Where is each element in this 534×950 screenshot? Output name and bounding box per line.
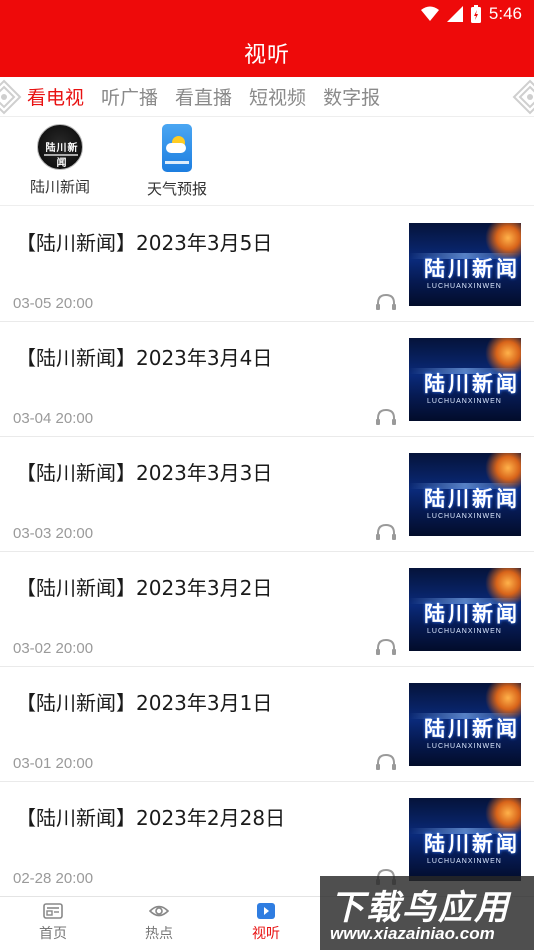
thumbnail-title: 陆川新闻 bbox=[424, 717, 520, 741]
news-title: 【陆川新闻】2023年2月28日 bbox=[16, 806, 286, 830]
nav-label: 首页 bbox=[39, 926, 67, 942]
headphones-icon[interactable] bbox=[375, 293, 397, 311]
news-date: 02-28 20:00 bbox=[13, 870, 94, 887]
ornament-left-icon bbox=[0, 79, 22, 115]
news-date: 03-04 20:00 bbox=[13, 410, 94, 427]
nav-home[interactable]: 首页 bbox=[18, 903, 88, 943]
tab-short-video[interactable]: 短视频 bbox=[249, 83, 306, 110]
luchuan-news-logo-icon: 陆川新闻 bbox=[37, 124, 83, 170]
news-thumbnail: 陆川新闻 LUCHUANXINWEN bbox=[409, 568, 521, 651]
tab-digital-newspaper[interactable]: 数字报 bbox=[323, 83, 380, 110]
headphones-icon[interactable] bbox=[375, 638, 397, 656]
app-header: 视听 bbox=[0, 28, 534, 77]
nav-hot[interactable]: 热点 bbox=[124, 903, 194, 943]
thumbnail-subtitle: LUCHUANXINWEN bbox=[427, 628, 502, 635]
thumbnail-subtitle: LUCHUANXINWEN bbox=[427, 283, 502, 290]
wifi-icon bbox=[420, 6, 439, 21]
news-item[interactable]: 【陆川新闻】2023年3月3日 03-03 20:00 陆川新闻 LUCHUAN… bbox=[0, 437, 534, 552]
news-thumbnail: 陆川新闻 LUCHUANXINWEN bbox=[409, 683, 521, 766]
news-title: 【陆川新闻】2023年3月3日 bbox=[16, 461, 273, 485]
category-tab-bar: 看电视 听广播 看直播 短视频 数字报 bbox=[0, 77, 534, 117]
battery-icon bbox=[470, 5, 481, 23]
status-time: 5:46 bbox=[488, 4, 522, 23]
tab-list: 看电视 听广播 看直播 短视频 数字报 bbox=[27, 83, 380, 110]
channel-label: 天气预报 bbox=[146, 180, 207, 198]
headphones-icon[interactable] bbox=[375, 523, 397, 541]
news-item[interactable]: 【陆川新闻】2023年3月5日 03-05 20:00 陆川新闻 LUCHUAN… bbox=[0, 207, 534, 322]
news-item[interactable]: 【陆川新闻】2023年3月2日 03-02 20:00 陆川新闻 LUCHUAN… bbox=[0, 552, 534, 667]
status-bar: 5:46 bbox=[0, 0, 534, 28]
status-icons: 5:46 bbox=[420, 4, 522, 24]
thumbnail-subtitle: LUCHUANXINWEN bbox=[427, 858, 502, 865]
news-date: 03-05 20:00 bbox=[13, 295, 94, 312]
cell-signal-icon bbox=[446, 6, 463, 22]
eye-icon bbox=[149, 905, 169, 917]
weather-forecast-icon bbox=[162, 124, 192, 172]
thumbnail-subtitle: LUCHUANXINWEN bbox=[427, 398, 502, 405]
watermark-url: www.xiazainiao.com bbox=[330, 924, 495, 943]
thumbnail-subtitle: LUCHUANXINWEN bbox=[427, 513, 502, 520]
news-item[interactable]: 【陆川新闻】2023年3月4日 03-04 20:00 陆川新闻 LUCHUAN… bbox=[0, 322, 534, 437]
channel-label: 陆川新闻 bbox=[29, 178, 90, 196]
news-title: 【陆川新闻】2023年3月5日 bbox=[16, 231, 273, 255]
play-icon bbox=[257, 903, 275, 919]
news-title: 【陆川新闻】2023年3月1日 bbox=[16, 691, 273, 715]
news-item[interactable]: 【陆川新闻】2023年3月1日 03-01 20:00 陆川新闻 LUCHUAN… bbox=[0, 667, 534, 782]
home-news-icon bbox=[43, 903, 63, 919]
tab-watch-tv[interactable]: 看电视 bbox=[27, 83, 84, 110]
thumbnail-title: 陆川新闻 bbox=[424, 832, 520, 856]
channel-weather-forecast[interactable]: 天气预报 bbox=[122, 124, 232, 199]
thumbnail-title: 陆川新闻 bbox=[424, 372, 520, 396]
nav-label: 视听 bbox=[252, 926, 280, 942]
thumbnail-subtitle: LUCHUANXINWEN bbox=[427, 743, 502, 750]
news-thumbnail: 陆川新闻 LUCHUANXINWEN bbox=[409, 338, 521, 421]
nav-label: 热点 bbox=[145, 926, 173, 942]
ornament-right-icon bbox=[512, 79, 534, 115]
news-date: 03-02 20:00 bbox=[13, 640, 94, 657]
channel-shortcuts: 陆川新闻 陆川新闻 天气预报 bbox=[0, 118, 534, 206]
thumbnail-title: 陆川新闻 bbox=[424, 602, 520, 626]
news-thumbnail: 陆川新闻 LUCHUANXINWEN bbox=[409, 798, 521, 881]
page-title: 视听 bbox=[243, 42, 290, 68]
news-title: 【陆川新闻】2023年3月2日 bbox=[16, 576, 273, 600]
thumbnail-title: 陆川新闻 bbox=[424, 487, 520, 511]
news-thumbnail: 陆川新闻 LUCHUANXINWEN bbox=[409, 453, 521, 536]
watermark-title: 下载鸟应用 bbox=[330, 888, 510, 928]
news-title: 【陆川新闻】2023年3月4日 bbox=[16, 346, 273, 370]
channel-luchuan-news[interactable]: 陆川新闻 陆川新闻 bbox=[5, 124, 115, 197]
tab-watch-live[interactable]: 看直播 bbox=[175, 83, 232, 110]
news-list: 【陆川新闻】2023年3月5日 03-05 20:00 陆川新闻 LUCHUAN… bbox=[0, 207, 534, 897]
thumbnail-title: 陆川新闻 bbox=[424, 257, 520, 281]
news-date: 03-01 20:00 bbox=[13, 755, 94, 772]
headphones-icon[interactable] bbox=[375, 753, 397, 771]
tab-listen-radio[interactable]: 听广播 bbox=[101, 83, 158, 110]
headphones-icon[interactable] bbox=[375, 408, 397, 426]
news-date: 03-03 20:00 bbox=[13, 525, 94, 542]
nav-audio-video[interactable]: 视听 bbox=[231, 903, 301, 943]
news-thumbnail: 陆川新闻 LUCHUANXINWEN bbox=[409, 223, 521, 306]
watermark-overlay: 下载鸟应用 www.xiazainiao.com bbox=[320, 876, 534, 950]
